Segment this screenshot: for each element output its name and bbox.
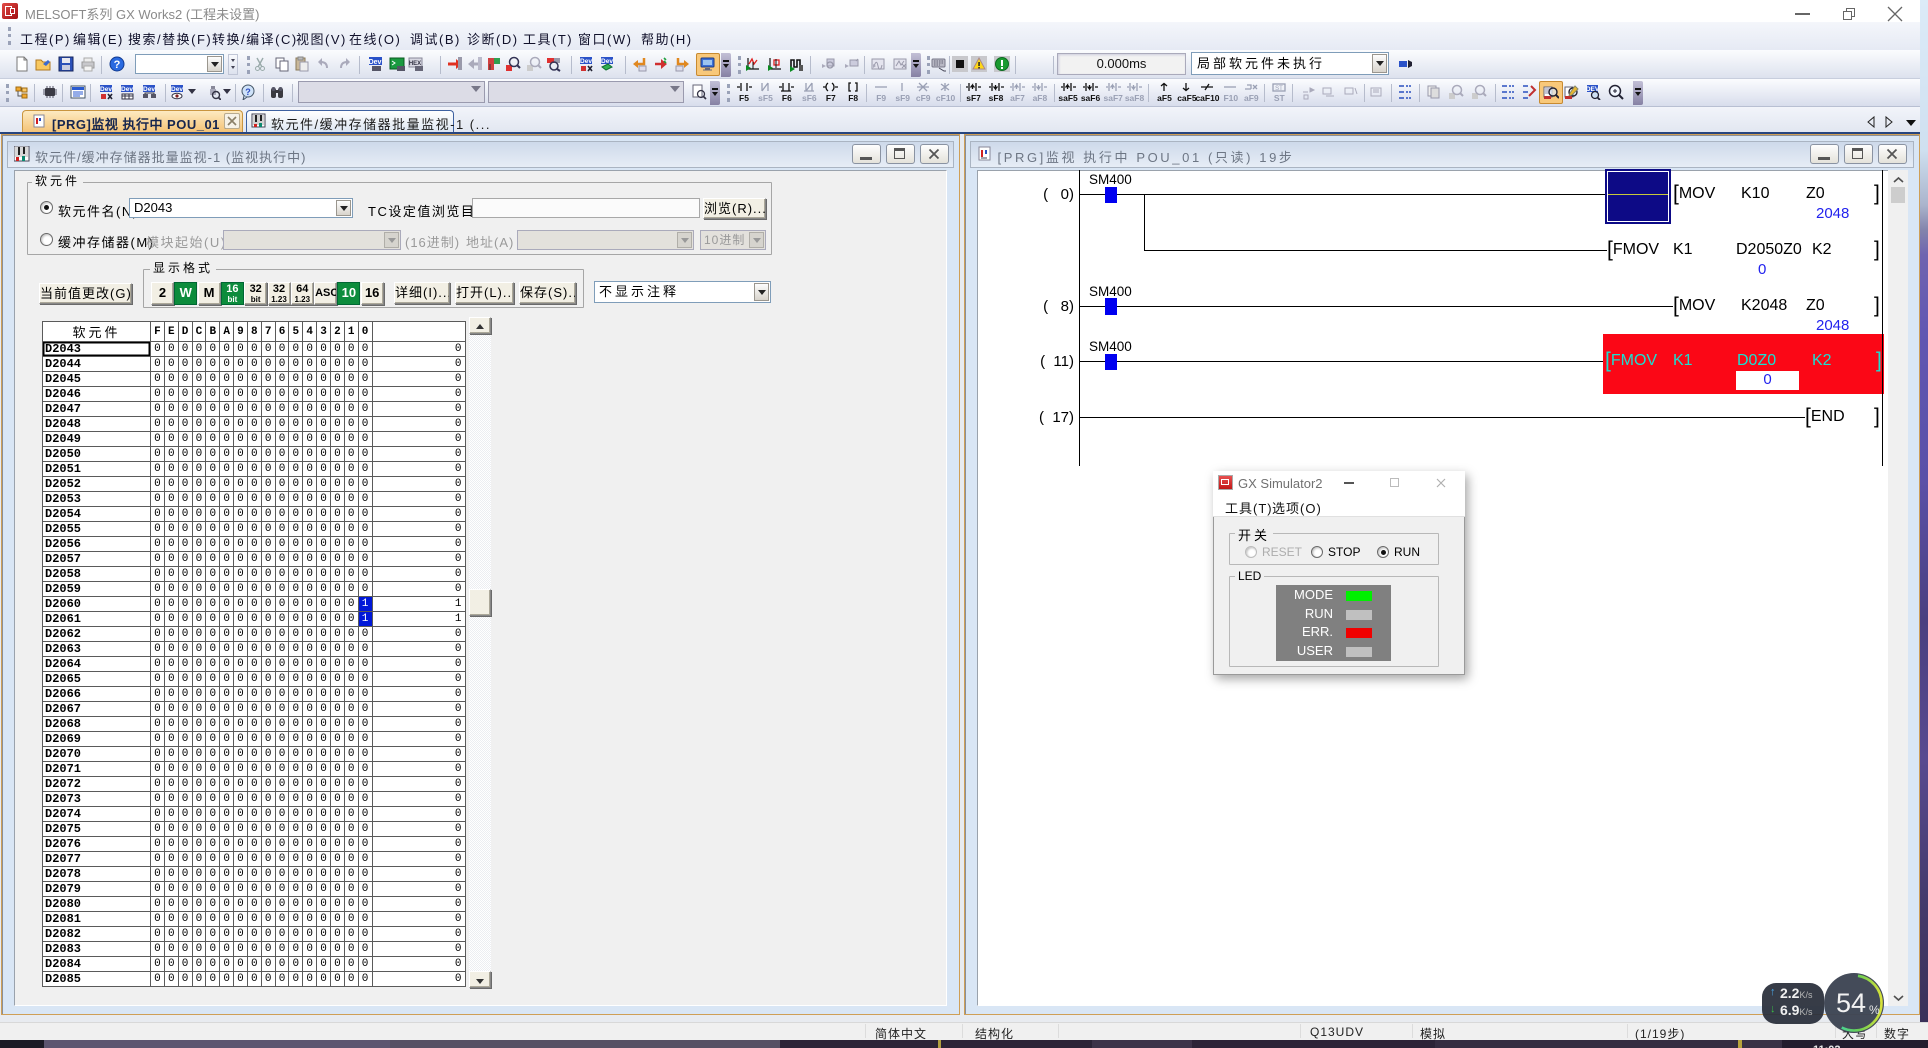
svg-text:?: ?	[114, 59, 121, 71]
svg-text:Dev: Dev	[121, 86, 133, 93]
svg-text:54: 54	[1836, 988, 1866, 1018]
svg-text:%: %	[1869, 1003, 1880, 1017]
svg-text:?: ?	[245, 87, 251, 97]
svg-text:Dev: Dev	[143, 86, 155, 93]
svg-text:Dev: Dev	[580, 58, 592, 65]
svg-text:Dev: Dev	[171, 86, 183, 93]
svg-text:Dev: Dev	[369, 59, 382, 66]
svg-text:Dev: Dev	[100, 86, 112, 93]
svg-text:ST: ST	[1275, 86, 1283, 92]
